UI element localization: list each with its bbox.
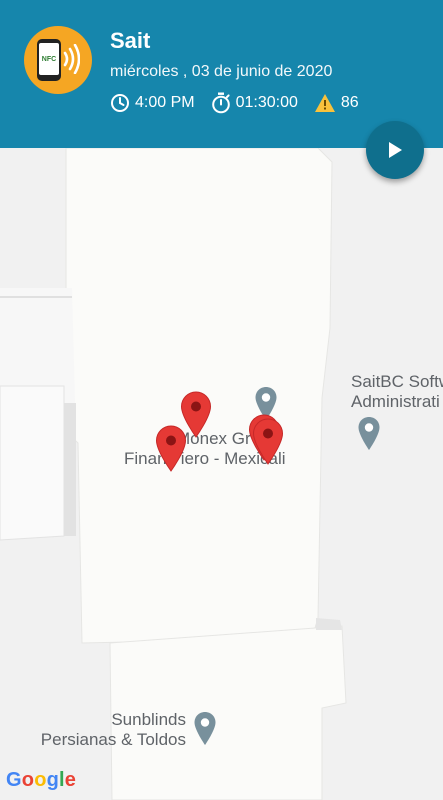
nfc-waves-icon: [63, 44, 80, 74]
alert-item: 86: [314, 93, 359, 113]
event-date: miércoles , 03 de junio de 2020: [110, 63, 333, 80]
nfc-avatar: NFC: [24, 26, 92, 94]
stopwatch-icon: [211, 92, 230, 114]
red-marker-icon[interactable]: [251, 417, 285, 467]
play-icon: [389, 142, 402, 158]
place-pin-icon[interactable]: [193, 711, 217, 747]
red-marker-icon[interactable]: [154, 424, 188, 474]
duration-item: 01:30:00: [211, 92, 298, 114]
map-base: [0, 148, 443, 800]
alert-count: 86: [340, 94, 359, 111]
clock-icon: [111, 94, 129, 112]
page-title: Sait: [110, 28, 151, 53]
event-header: NFC Sait miércoles , 03 de junio de 2020…: [0, 0, 443, 148]
place-pin-icon[interactable]: [357, 416, 381, 452]
nfc-phone-icon: NFC: [37, 39, 61, 81]
play-button[interactable]: [366, 121, 424, 179]
map-view[interactable]: SaitBC Softw Administrati Monex Gr Finan…: [0, 148, 443, 800]
warning-icon: [314, 94, 335, 112]
time-item: 4:00 PM: [110, 93, 195, 113]
event-time: 4:00 PM: [135, 94, 195, 111]
poi-label-saitbc[interactable]: SaitBC Softw Administrati: [351, 372, 443, 412]
google-logo: Google: [6, 769, 77, 791]
poi-label-sunblinds[interactable]: Sunblinds Persianas & Toldos: [40, 710, 186, 750]
event-meta: 4:00 PM 01:30:00 86: [110, 92, 375, 114]
event-duration: 01:30:00: [235, 94, 298, 111]
